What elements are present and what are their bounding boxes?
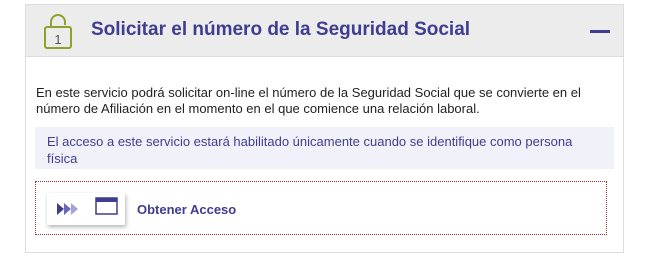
panel-header[interactable]: 1 Solicitar el número de la Seguridad So… <box>26 5 623 57</box>
triple-arrow-icon <box>57 197 118 215</box>
browser-window-icon <box>95 197 118 215</box>
service-panel: 1 Solicitar el número de la Seguridad So… <box>25 4 624 253</box>
panel-title: Solicitar el número de la Seguridad Soci… <box>91 19 471 40</box>
obtener-acceso-link[interactable]: Obtener Acceso <box>137 202 236 217</box>
service-description: En este servicio podrá solicitar on-line… <box>36 85 581 116</box>
access-box: Obtener Acceso <box>35 181 607 235</box>
padlock-icon: 1 <box>44 14 72 49</box>
lock-number: 1 <box>54 32 61 47</box>
access-notice: El acceso a este servicio estará habilit… <box>35 127 614 169</box>
collapse-button[interactable] <box>589 21 611 41</box>
access-icon-button[interactable] <box>47 193 125 225</box>
